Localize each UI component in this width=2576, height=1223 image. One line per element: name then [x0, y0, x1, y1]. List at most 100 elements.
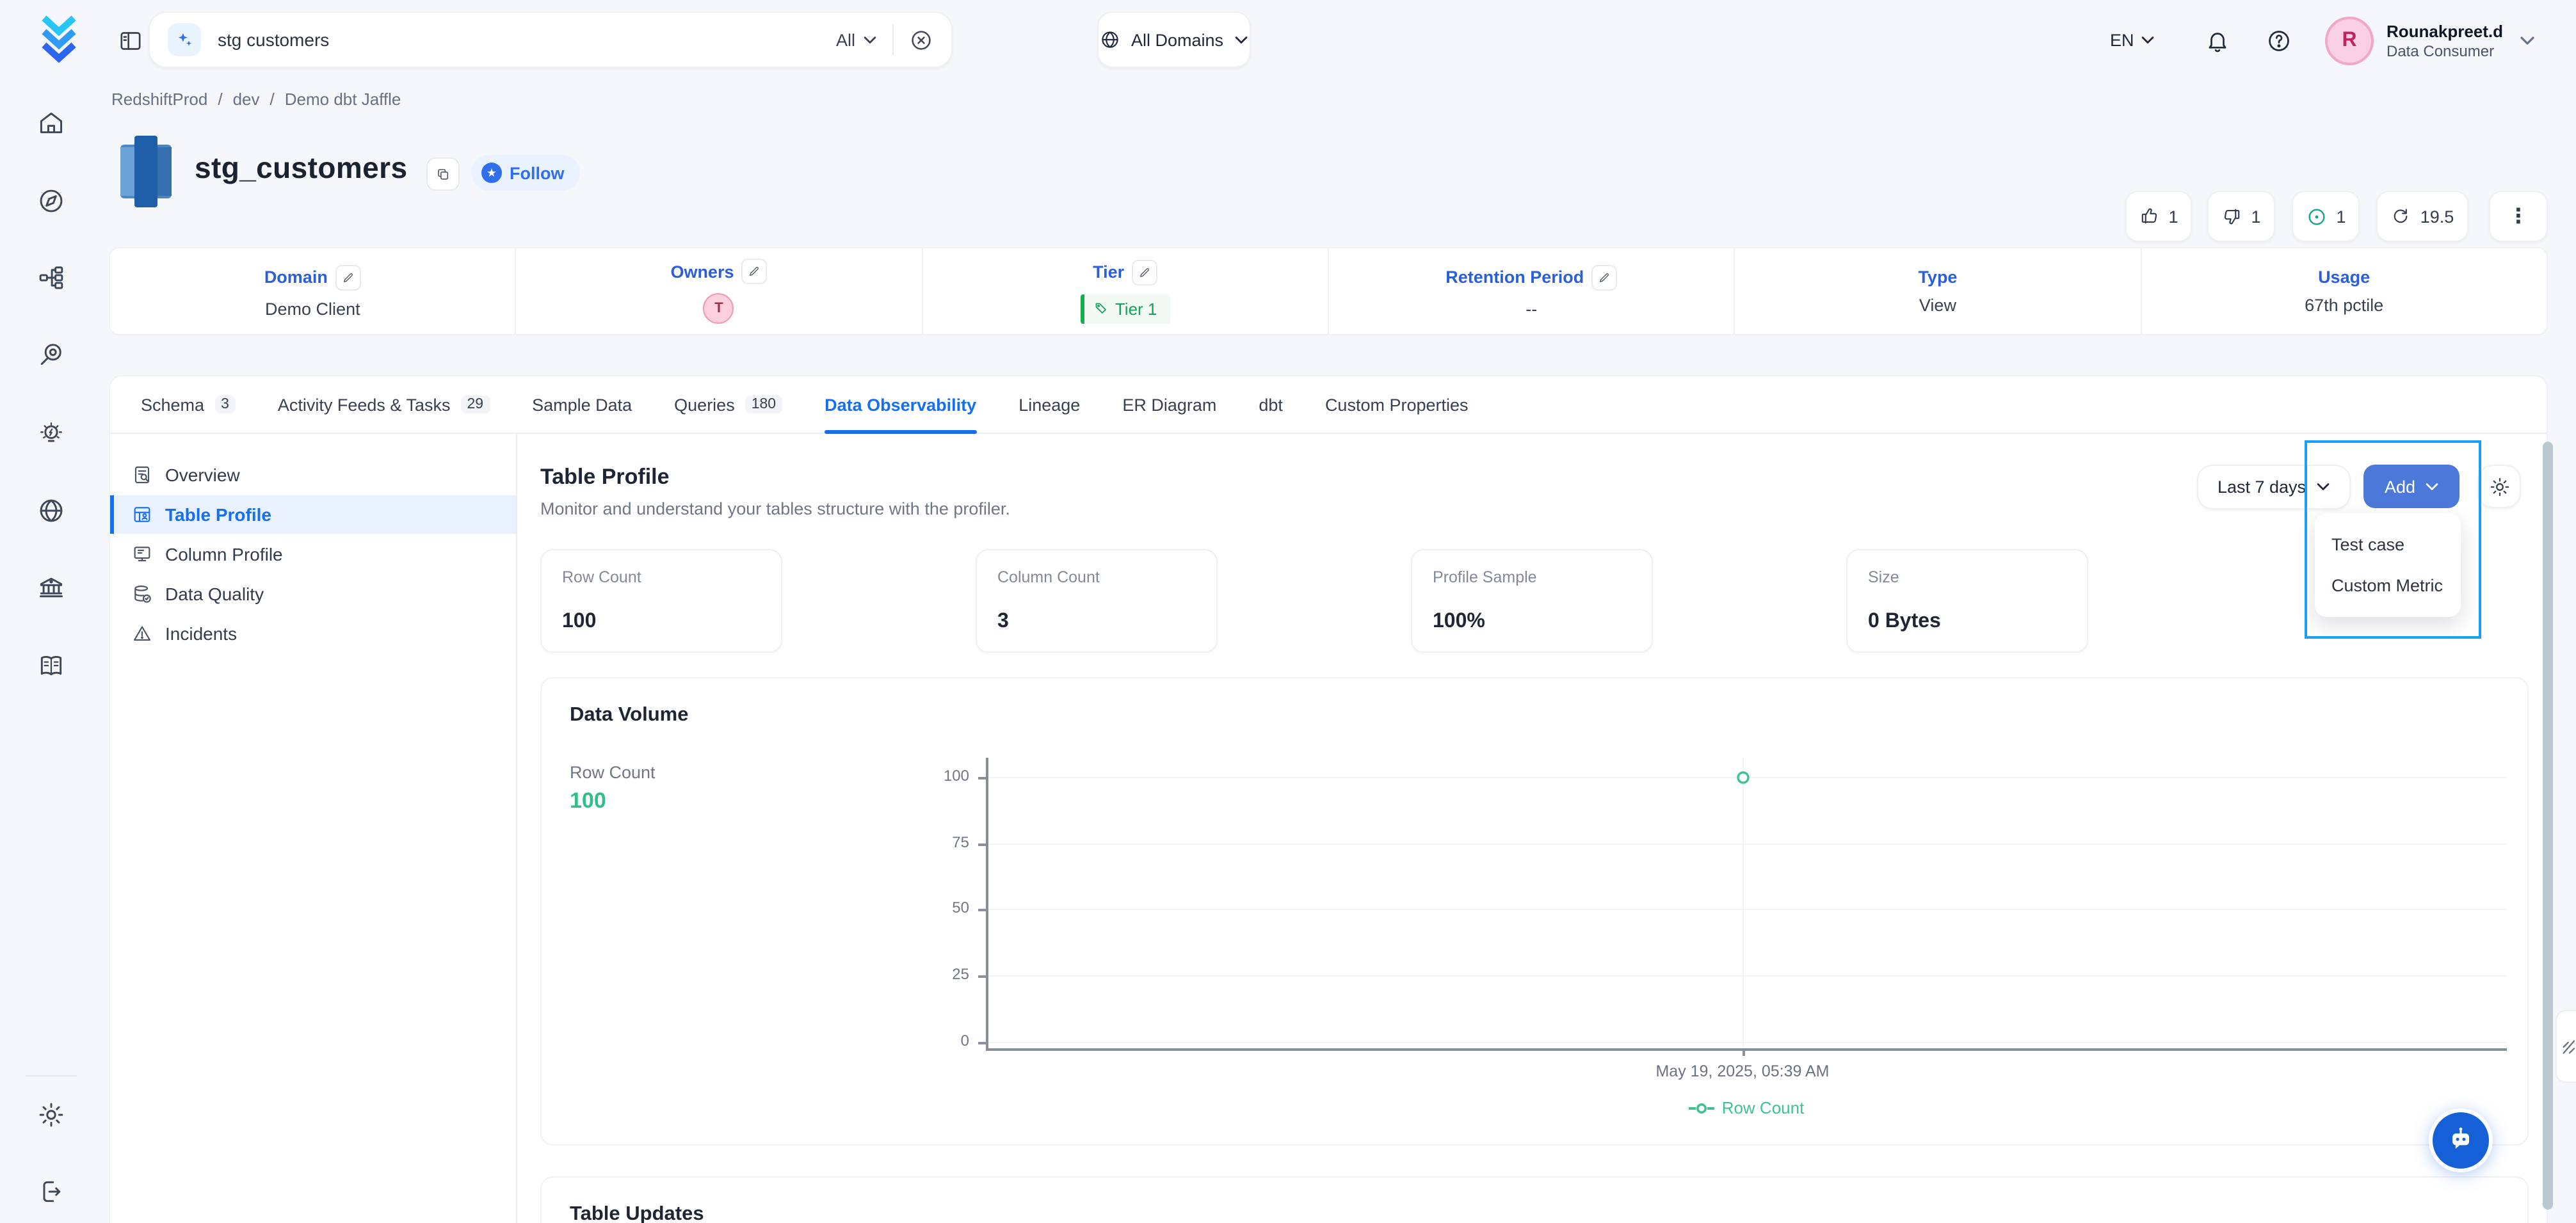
- copy-icon[interactable]: [426, 157, 460, 191]
- domains-globe-icon[interactable]: [37, 497, 65, 525]
- settings-gear-icon[interactable]: [37, 1101, 65, 1129]
- y-tick-label: 50: [913, 899, 969, 916]
- tab-dbt[interactable]: dbt: [1259, 376, 1283, 433]
- downvote-button[interactable]: 1: [2207, 191, 2275, 242]
- governance-bank-icon[interactable]: [37, 573, 65, 602]
- home-icon[interactable]: [37, 109, 65, 137]
- subnav-item-incidents[interactable]: Incidents: [110, 614, 516, 653]
- search-query[interactable]: stg customers: [218, 29, 836, 50]
- subnav-item-table-profile[interactable]: Table Profile: [110, 495, 516, 534]
- subnav-item-data-quality[interactable]: Data Quality: [110, 575, 516, 613]
- y-axis-tick: [978, 1042, 986, 1044]
- section-title: Table Updates: [570, 1203, 2499, 1223]
- menu-item-custom-metric[interactable]: Custom Metric: [2315, 564, 2461, 605]
- breadcrumb-service[interactable]: RedshiftProd: [111, 90, 207, 109]
- insights-bulb-icon[interactable]: [37, 420, 65, 448]
- breadcrumb: RedshiftProd / dev / Demo dbt Jaffle: [111, 90, 401, 109]
- subnav-item-overview[interactable]: Overview: [110, 456, 516, 494]
- usage-label[interactable]: Usage: [2318, 268, 2370, 287]
- vertical-scrollbar[interactable]: [2543, 442, 2553, 1210]
- star-icon: ★: [481, 163, 502, 183]
- upvote-button[interactable]: 1: [2125, 191, 2192, 242]
- search-scope-dropdown[interactable]: All: [836, 30, 877, 49]
- usage-score-button[interactable]: 19.5: [2376, 191, 2468, 242]
- tab-bar: Schema3 Activity Feeds & Tasks29 Sample …: [110, 376, 2547, 434]
- chevron-down-icon: [2141, 36, 2155, 45]
- owner-avatar[interactable]: T: [704, 293, 734, 324]
- tier-badge: Tier 1: [1081, 294, 1170, 323]
- profiler-settings-gear-icon[interactable]: [2477, 465, 2521, 508]
- tab-data-observability[interactable]: Data Observability: [825, 376, 976, 433]
- meta-domain: Domain Demo Client: [110, 248, 517, 334]
- owners-label[interactable]: Owners: [670, 262, 734, 281]
- follow-button[interactable]: ★ Follow: [471, 155, 580, 191]
- data-volume-card: Data Volume Row Count 100 100 75 50 25 0: [540, 677, 2529, 1146]
- entity-header: stg_customers ★ Follow 1 1 1: [109, 125, 2548, 218]
- language-dropdown[interactable]: EN: [2110, 31, 2155, 50]
- data-point-row-count[interactable]: [1736, 771, 1750, 785]
- retention-label[interactable]: Retention Period: [1445, 268, 1584, 287]
- breadcrumb-separator: /: [270, 90, 275, 109]
- legend-line-icon: [1689, 1100, 1714, 1115]
- tab-lineage[interactable]: Lineage: [1018, 376, 1080, 433]
- type-value: View: [1919, 296, 1956, 315]
- user-avatar: R: [2325, 17, 2374, 65]
- y-tick-label: 100: [913, 767, 969, 785]
- thumbs-up-icon: [2139, 206, 2159, 227]
- stat-card-profile-sample: Profile Sample 100%: [1411, 549, 1653, 653]
- floating-widget-partial[interactable]: [2556, 1010, 2576, 1083]
- domain-label[interactable]: Domain: [264, 268, 328, 287]
- help-icon[interactable]: [2266, 28, 2292, 54]
- sidebar-toggle-icon[interactable]: [118, 28, 143, 54]
- notifications-bell-icon[interactable]: [2205, 28, 2230, 54]
- edit-pencil-icon[interactable]: [1132, 259, 1157, 285]
- add-button[interactable]: Add: [2363, 465, 2459, 508]
- legend-row-count[interactable]: Row Count: [1618, 1098, 1874, 1117]
- user-menu[interactable]: R Rounakpreet.d Data Consumer: [2325, 17, 2535, 65]
- watch-count-button[interactable]: 1: [2292, 191, 2360, 242]
- y-axis-tick: [978, 975, 986, 977]
- tab-schema[interactable]: Schema3: [141, 376, 236, 433]
- type-label[interactable]: Type: [1918, 268, 1957, 287]
- tab-er-diagram[interactable]: ER Diagram: [1122, 376, 1216, 433]
- subnav-item-column-profile[interactable]: Column Profile: [110, 535, 516, 573]
- tab-custom-properties[interactable]: Custom Properties: [1325, 376, 1469, 433]
- tab-count-badge: 180: [745, 396, 782, 413]
- entity-meta-strip: Domain Demo Client Owners T Tier Tier 1 …: [109, 247, 2548, 335]
- glossary-book-icon[interactable]: [37, 651, 65, 680]
- more-options-kebab-icon[interactable]: ⋮: [2489, 191, 2548, 242]
- gridline: [986, 843, 2507, 845]
- breadcrumb-database[interactable]: dev: [233, 90, 260, 109]
- edit-pencil-icon[interactable]: [1591, 264, 1617, 290]
- logout-icon[interactable]: [37, 1178, 65, 1206]
- user-name: Rounakpreet.d: [2387, 21, 2503, 42]
- all-domains-dropdown[interactable]: All Domains: [1097, 12, 1251, 68]
- tab-count-badge: 29: [460, 396, 490, 413]
- edit-pencil-icon[interactable]: [335, 264, 361, 290]
- time-filter-dropdown[interactable]: Last 7 days: [2197, 465, 2351, 509]
- add-dropdown-menu: Test case Custom Metric: [2315, 513, 2461, 617]
- globe-icon: [1100, 29, 1121, 50]
- tab-queries[interactable]: Queries180: [674, 376, 782, 433]
- edit-pencil-icon[interactable]: [742, 259, 768, 284]
- breadcrumb-schema[interactable]: Demo dbt Jaffle: [285, 90, 401, 109]
- meta-retention: Retention Period --: [1329, 248, 1735, 334]
- redshift-table-icon: [114, 132, 178, 211]
- tier-label[interactable]: Tier: [1093, 262, 1124, 282]
- tab-activity-feeds[interactable]: Activity Feeds & Tasks29: [278, 376, 490, 433]
- user-role: Data Consumer: [2387, 42, 2503, 61]
- global-search-input[interactable]: stg customers All: [149, 12, 953, 68]
- explore-compass-icon[interactable]: [37, 187, 65, 215]
- app-logo-icon[interactable]: [36, 14, 82, 68]
- chart-title: Data Volume: [570, 704, 689, 727]
- profile-stats-row: Row Count 100 Column Count 3 Profile Sam…: [540, 549, 2529, 653]
- lineage-hierarchy-icon[interactable]: [37, 264, 65, 292]
- search-clear-icon[interactable]: [909, 28, 933, 52]
- menu-item-test-case[interactable]: Test case: [2315, 524, 2461, 564]
- chatbot-button[interactable]: [2433, 1112, 2489, 1169]
- table-profile-content: Table Profile Monitor and understand you…: [517, 434, 2547, 1223]
- observability-search-icon[interactable]: [37, 340, 65, 369]
- table-profile-icon: [132, 504, 152, 525]
- y-tick-label: 0: [913, 1032, 969, 1050]
- tab-sample-data[interactable]: Sample Data: [532, 376, 632, 433]
